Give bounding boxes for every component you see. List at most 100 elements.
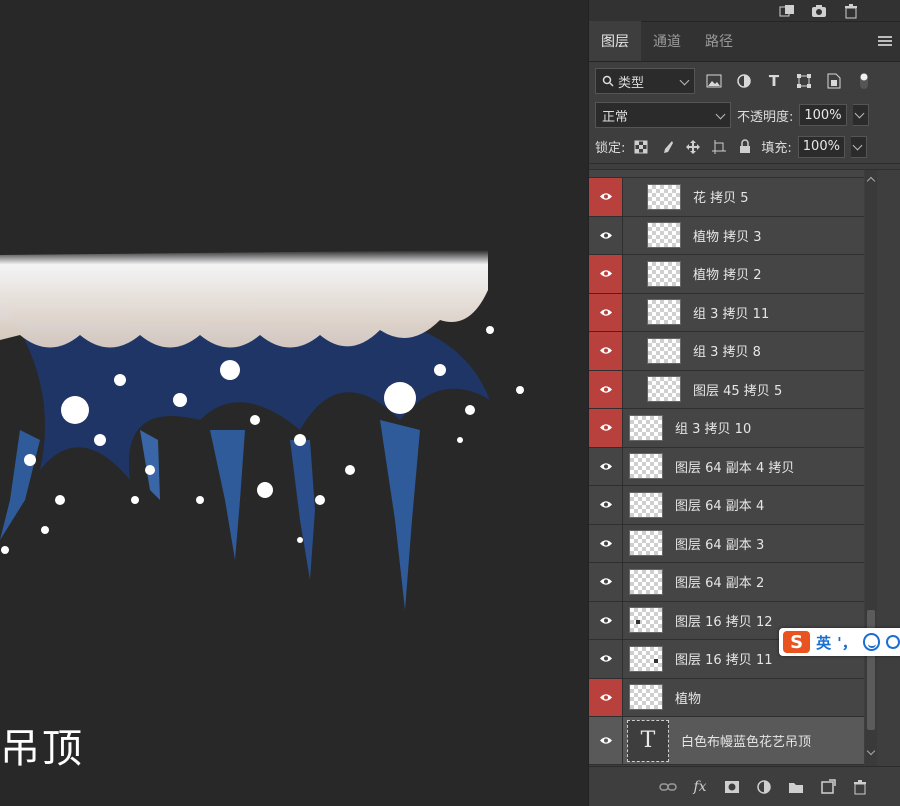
fill-input[interactable]: 100% [797,135,845,158]
layer-row[interactable]: 图层 45 拷贝 5 [589,370,864,409]
opacity-dropdown-icon[interactable] [852,104,869,126]
lock-transparent-icon[interactable] [631,137,651,157]
opacity-input[interactable]: 100% [799,104,847,126]
layer-row[interactable]: 图层 64 副本 2 [589,563,864,602]
visibility-toggle[interactable] [589,524,623,562]
adjustment-layer-icon[interactable] [755,778,773,796]
visibility-toggle[interactable] [589,563,623,601]
shape-filter-icon[interactable] [793,70,815,92]
eye-icon [599,463,612,470]
trash-icon[interactable] [842,3,860,19]
ime-toolbar[interactable]: S 英 '， [779,628,900,656]
layer-row[interactable]: 图层 64 副本 4 [589,486,864,525]
layer-name[interactable]: 组 3 拷贝 11 [693,303,769,322]
type-filter-icon[interactable]: T [763,70,785,92]
layer-name[interactable]: 植物 拷贝 2 [693,264,762,283]
layer-name[interactable]: 图层 16 拷贝 11 [675,649,772,668]
layer-thumbnail [647,376,681,403]
delete-layer-icon[interactable] [851,778,869,796]
visibility-toggle[interactable] [589,332,623,370]
ime-punctuation-toggle[interactable]: '， [837,632,857,653]
layer-row[interactable]: 花 拷贝 5 [589,178,864,217]
new-layer-icon[interactable] [819,778,837,796]
layer-row[interactable]: 图层 64 副本 3 [589,524,864,563]
layer-filter-row: 类型 T [589,62,900,100]
image-filter-icon[interactable] [703,70,725,92]
visibility-toggle[interactable] [589,370,623,408]
layer-row[interactable]: 图层 64 副本 4 拷贝 [589,447,864,486]
visibility-toggle[interactable] [589,640,623,678]
new-artboard-icon[interactable] [778,3,796,19]
layer-name[interactable]: 白色布幔蓝色花艺吊顶 [681,731,811,750]
panel-tabs: 图层 通道 路径 [589,21,900,62]
text-layer-thumbnail-icon: T [627,719,669,762]
ime-logo[interactable]: S [783,631,811,653]
layer-name[interactable]: 组 3 拷贝 10 [675,418,751,437]
layer-name[interactable]: 图层 64 副本 4 [675,495,764,514]
smart-object-filter-icon[interactable] [823,70,845,92]
fx-icon[interactable]: fx [691,778,709,796]
filter-kind-dropdown[interactable]: 类型 [595,68,695,94]
blend-mode-dropdown[interactable]: 正常 [595,102,731,128]
lock-artboard-icon[interactable] [709,137,729,157]
eye-icon [599,193,612,200]
ime-language-toggle[interactable]: 英 [816,632,831,653]
visibility-toggle[interactable] [589,678,623,716]
layer-name[interactable]: 花 拷贝 5 [693,187,749,206]
layer-name[interactable]: 图层 64 副本 3 [675,534,764,553]
layer-row[interactable]: 组 3 拷贝 10 [589,409,864,448]
camera-icon[interactable] [810,3,828,19]
tab-channels[interactable]: 通道 [641,21,693,61]
visibility-toggle[interactable] [589,178,623,216]
layer-name[interactable]: 图层 64 副本 4 拷贝 [675,457,794,476]
ime-more-icon[interactable] [886,635,900,649]
lock-move-icon[interactable] [683,137,703,157]
layer-thumbnail [629,607,663,634]
blend-opacity-row: 正常 不透明度: 100% [589,100,900,130]
filter-toggle-icon[interactable] [853,70,875,92]
layer-name[interactable]: 植物 拷贝 3 [693,226,762,245]
eye-icon [599,347,612,354]
visibility-toggle[interactable] [589,717,623,764]
eye-icon [599,386,612,393]
layer-name[interactable]: 图层 45 拷贝 5 [693,380,782,399]
emoji-icon[interactable] [862,633,881,651]
layer-name[interactable]: 图层 16 拷贝 12 [675,611,772,630]
eye-icon [599,694,612,701]
eye-icon [599,424,612,431]
lock-paint-icon[interactable] [657,137,677,157]
layer-row[interactable]: 植物 拷贝 2 [589,255,864,294]
link-layers-icon[interactable] [659,778,677,796]
visibility-toggle[interactable] [589,255,623,293]
tab-paths[interactable]: 路径 [693,21,745,61]
visibility-toggle[interactable] [589,293,623,331]
layer-name[interactable]: 组 3 拷贝 8 [693,341,761,360]
visibility-toggle[interactable] [589,601,623,639]
layers-scrollbar[interactable] [865,170,877,766]
layers-panel: 图层 通道 路径 类型 T 正常 不透明度: 100% 锁定: 填充: 100%… [588,0,900,806]
layer-mask-icon[interactable] [723,778,741,796]
visibility-toggle[interactable] [589,486,623,524]
layer-name[interactable]: 图层 64 副本 2 [675,572,764,591]
group-folder-icon[interactable] [787,778,805,796]
scroll-down-icon[interactable] [866,746,876,756]
eye-icon [599,501,612,508]
visibility-toggle[interactable] [589,409,623,447]
visibility-toggle[interactable] [589,216,623,254]
visibility-toggle[interactable] [589,447,623,485]
document-canvas[interactable]: 吊顶 [0,0,588,806]
scroll-up-icon[interactable] [866,176,876,186]
fill-dropdown-icon[interactable] [850,135,867,158]
layer-row[interactable]: 植物 [589,678,864,717]
lock-all-icon[interactable] [735,137,755,157]
layer-row[interactable]: 组 3 拷贝 11 [589,293,864,332]
adjustment-filter-icon[interactable] [733,70,755,92]
tab-layers[interactable]: 图层 [589,21,641,61]
layer-row[interactable]: 植物 拷贝 3 [589,216,864,255]
layer-row[interactable]: 组 3 拷贝 8 [589,332,864,371]
panel-menu-icon[interactable] [878,36,892,48]
layer-name[interactable]: 植物 [675,688,701,707]
layer-thumbnail [647,337,681,364]
layer-row-selected[interactable]: T 白色布幔蓝色花艺吊顶 [589,717,864,765]
layer-thumbnail [629,414,663,441]
